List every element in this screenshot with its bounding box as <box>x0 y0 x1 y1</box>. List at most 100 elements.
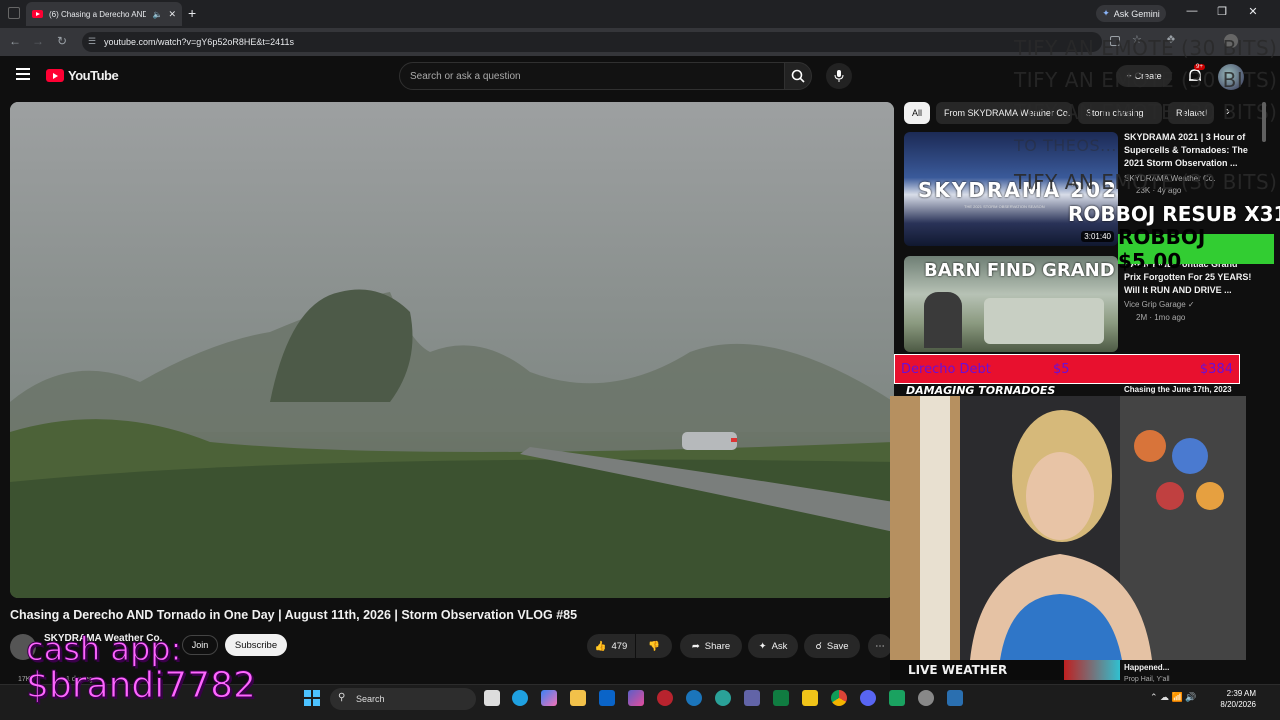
outlook-icon[interactable] <box>599 690 615 706</box>
task-view-icon[interactable] <box>484 690 500 706</box>
speaker-icon[interactable]: 🔈 <box>152 10 162 19</box>
clock-date: 8/20/2026 <box>1220 700 1256 709</box>
thumbs-up-icon: 👍 <box>594 640 607 652</box>
ask-gemini-label: Ask Gemini <box>1113 8 1160 19</box>
goal-target: $384 <box>1199 361 1233 377</box>
minimize-icon[interactable]: — <box>1182 5 1202 17</box>
car-image <box>984 298 1104 344</box>
search-button[interactable] <box>784 62 812 90</box>
microphone-icon <box>834 70 844 82</box>
bookmark-icon: ☌ <box>815 640 822 652</box>
rec-meta: 2M · 1mo ago <box>1136 313 1186 322</box>
notes-icon[interactable] <box>802 690 818 706</box>
teams-icon[interactable] <box>744 690 760 706</box>
app-icon-teal[interactable] <box>715 690 731 706</box>
discord-icon[interactable] <box>860 690 876 706</box>
app-icon-blue[interactable] <box>686 690 702 706</box>
app-icon-window[interactable] <box>947 690 963 706</box>
gemini-sparkle-icon: ✦ <box>1102 8 1110 18</box>
tab-close-icon[interactable]: ✕ <box>168 9 176 20</box>
rec-thumb-text: BARN FIND GRAND PRIX <box>924 260 1118 281</box>
tip-alert: ROBBOJ $5.00 <box>1118 225 1274 273</box>
file-explorer-icon[interactable] <box>570 690 586 706</box>
search-icon <box>791 69 805 83</box>
window-close-icon[interactable]: ✕ <box>1243 5 1263 18</box>
share-label: Share <box>704 640 731 652</box>
ask-button[interactable]: ✦ Ask <box>748 634 798 658</box>
share-button[interactable]: ➦ Share <box>680 634 742 658</box>
thumbs-down-icon: 👎 <box>648 640 660 652</box>
join-button[interactable]: Join <box>182 635 218 655</box>
resub-alert: ROBBOJ RESUB X31 <box>1068 202 1280 226</box>
alert-text: TO THEOS... <box>1014 136 1117 155</box>
taskbar-search-input[interactable]: ⚲ Search <box>330 688 476 710</box>
app-icon-green[interactable] <box>889 690 905 706</box>
subscribe-button[interactable]: Subscribe <box>225 634 287 656</box>
video-player[interactable] <box>10 102 894 598</box>
ask-label: Ask <box>771 640 788 652</box>
youtube-logo-text: YouTube <box>68 68 119 83</box>
goal-current: $5 <box>1053 361 1070 377</box>
rec-thumb-subtext: THE 2021 STORM OBSERVATION SEASON <box>964 204 1045 209</box>
save-button[interactable]: ☌ Save <box>804 634 860 658</box>
copilot-icon[interactable] <box>541 690 557 706</box>
windows-start-icon[interactable] <box>304 690 320 706</box>
tray-icons[interactable]: ⌃ ☁ 📶 🔊 <box>1150 692 1196 703</box>
search-input[interactable]: Search or ask a question <box>399 62 785 90</box>
url-text: youtube.com/watch?v=gY6p52oR8HE&t=2411s <box>104 37 294 47</box>
alert-text: TIFY AN EMOTE (30 BITS) <box>1014 36 1278 60</box>
alert-text: TIFY AN EMOTE (30 BITS) <box>1014 100 1278 124</box>
verified-check-icon: ✓ <box>1187 300 1195 309</box>
excel-icon[interactable] <box>773 690 789 706</box>
search-placeholder: Search or ask a question <box>410 70 521 82</box>
youtube-play-icon <box>46 69 64 82</box>
alert-text: TIFY AN EMOTE (30 BITS) <box>1014 68 1278 92</box>
more-actions-icon[interactable]: ⋯ <box>868 634 892 658</box>
ask-gemini-button[interactable]: ✦ Ask Gemini <box>1096 5 1166 22</box>
edge-icon[interactable] <box>512 690 528 706</box>
video-frame <box>10 102 894 598</box>
store-icon[interactable] <box>628 690 644 706</box>
app-icon-red[interactable] <box>657 690 673 706</box>
url-field[interactable]: ☰ youtube.com/watch?v=gY6p52oR8HE&t=2411… <box>82 32 1102 52</box>
cashapp-handle: $brandi7782 <box>26 665 257 706</box>
voice-search-button[interactable] <box>826 63 852 89</box>
site-info-icon[interactable]: ☰ <box>88 36 96 47</box>
video-title: Chasing a Derecho AND Tornado in One Day… <box>10 608 578 622</box>
dislike-button[interactable]: 👎 <box>636 634 672 658</box>
taskbar-search-label: Search <box>356 694 385 704</box>
chip-all[interactable]: All <box>904 102 930 124</box>
new-tab-icon[interactable]: + <box>188 5 196 21</box>
reload-icon[interactable]: ↻ <box>54 34 70 48</box>
chrome-icon[interactable] <box>831 690 847 706</box>
youtube-favicon-icon <box>32 10 43 18</box>
tab-group-icon[interactable] <box>8 7 20 19</box>
rec-title[interactable]: SKYDRAMA 2021 | 3 Hour of Supercells & T… <box>1124 131 1264 170</box>
tab-title: (6) Chasing a Derecho AND <box>49 9 147 19</box>
taskbar-search-icon: ⚲ <box>338 692 346 703</box>
goal-name: Derecho Debt <box>901 361 991 377</box>
back-arrow-icon[interactable]: ← <box>7 34 23 48</box>
live-weather-text: LIVE WEATHER <box>908 663 1008 677</box>
person-image <box>924 292 962 348</box>
rec-duration: 3:01:40 <box>1081 231 1114 242</box>
share-arrow-icon: ➦ <box>691 640 700 652</box>
rec-thumbnail[interactable]: BARN FIND GRAND PRIX <box>904 256 1118 352</box>
clock-time: 2:39 AM <box>1226 689 1256 698</box>
streamer-image <box>890 396 1246 660</box>
rec-title[interactable]: Chasing the June 17th, 2023 <box>1124 383 1232 396</box>
donation-goal-bar: Derecho Debt $5 $384 <box>894 354 1240 384</box>
forward-arrow-icon[interactable]: → <box>30 34 46 48</box>
browser-tab-active[interactable]: (6) Chasing a Derecho AND 🔈 ✕ <box>26 2 182 26</box>
hamburger-menu-icon[interactable] <box>16 68 30 80</box>
youtube-logo[interactable]: YouTube <box>46 68 119 83</box>
settings-gear-icon[interactable] <box>918 690 934 706</box>
alert-text: TIFY AN EMOTE (30 BITS) <box>1014 170 1278 194</box>
live-weather-graphic <box>1064 660 1120 680</box>
page-scrollbar[interactable] <box>1262 96 1268 676</box>
like-button[interactable]: 👍 479 <box>587 634 635 658</box>
rec-channel[interactable]: Vice Grip Garage ✓ <box>1124 298 1195 311</box>
like-count: 479 <box>611 640 628 652</box>
restore-icon[interactable]: ❐ <box>1212 5 1232 18</box>
taskbar-clock[interactable]: 2:39 AM 8/20/2026 <box>1216 688 1256 710</box>
